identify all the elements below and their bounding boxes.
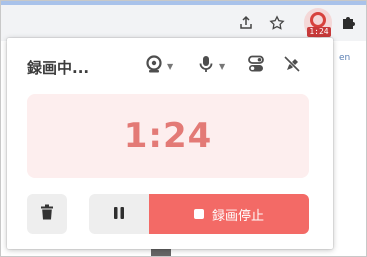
stop-recording-button[interactable]: 録画停止 [149,194,309,234]
stop-recording-label: 録画停止 [211,208,264,224]
pause-icon [112,205,126,224]
chevron-down-icon: ▼ [219,61,226,71]
trash-icon [40,204,54,224]
star-icon[interactable] [266,12,288,34]
puzzle-icon[interactable] [337,12,359,34]
webcam-icon [145,55,163,77]
background-image-fragment [151,248,171,256]
chevron-down-icon: ▼ [167,61,174,71]
eye-dropper-off-icon [283,55,301,77]
toggle-icon [247,55,265,77]
toggle-button[interactable] [247,55,265,77]
recorder-extension-icon [310,12,326,28]
recorder-popup: 録画中... ▼ ▼ 1:24 録画停止 [7,38,333,249]
tab-strip-edge [1,1,366,5]
browser-toolbar: 1:24 [1,1,366,41]
share-icon[interactable] [235,12,257,34]
recording-time-badge: 1:24 [307,27,331,37]
pause-button[interactable] [89,194,149,234]
timer-display: 1:24 [27,94,309,178]
background-text: en [339,53,351,63]
microphone-select[interactable]: ▼ [197,56,225,76]
popup-title: 録画中... [27,59,90,77]
elapsed-time: 1:24 [123,116,213,156]
discard-button[interactable] [27,194,67,234]
webcam-select[interactable]: ▼ [145,55,174,77]
screen: 1:24 en 録画中... ▼ ▼ 1:24 録画停止 [0,0,367,257]
microphone-icon [197,55,215,77]
drawing-toggle-button[interactable] [283,55,301,77]
stop-icon [193,209,204,219]
